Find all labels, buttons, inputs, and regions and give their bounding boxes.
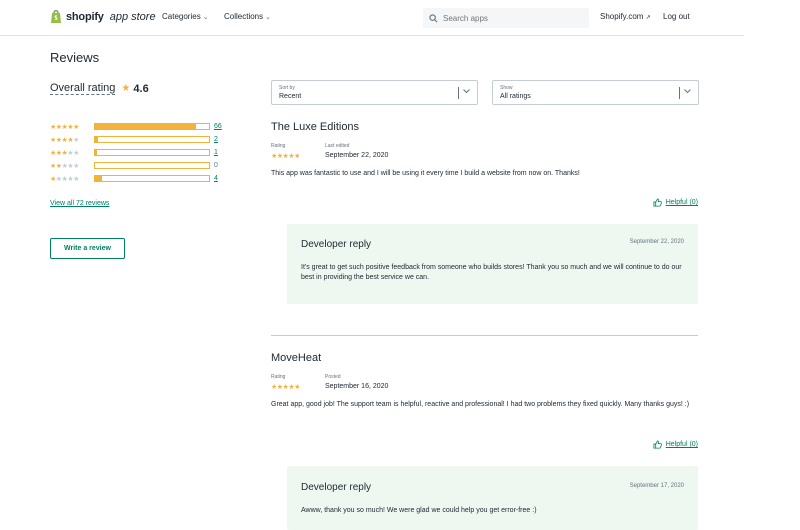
reply-title: Developer reply — [301, 482, 372, 493]
developer-reply: Developer reply September 17, 2020 Awww,… — [287, 466, 698, 530]
write-review-button[interactable]: Write a review — [50, 238, 125, 259]
search-input[interactable] — [443, 13, 583, 23]
rating-stars: ★★★★★ — [50, 149, 79, 157]
show-label: Show — [500, 85, 513, 91]
rating-count[interactable]: 66 — [214, 123, 224, 130]
reply-date: September 17, 2020 — [629, 483, 684, 489]
rating-stars: ★★★★★ — [50, 123, 79, 131]
review-meta: Rating ★★★★★ Last edited September 22, 2… — [271, 143, 698, 160]
review-stars: ★★★★★ — [271, 153, 300, 160]
developer-reply: Developer reply September 22, 2020 It's … — [287, 224, 698, 304]
chevron-down-icon — [684, 89, 691, 94]
search-icon — [429, 13, 438, 22]
date-label: Posted — [325, 374, 341, 380]
nav-categories-label: Categories — [162, 12, 201, 21]
search-bar[interactable] — [423, 8, 589, 28]
page-title: Reviews — [50, 50, 100, 65]
nav-categories[interactable]: Categories ⌄ — [162, 12, 209, 21]
rating-stars: ★★★★★ — [50, 136, 79, 144]
nav-collections-label: Collections — [224, 12, 264, 21]
rating-bar — [94, 136, 210, 143]
view-all-reviews-link[interactable]: View all 72 reviews — [50, 200, 109, 207]
review-divider — [271, 335, 698, 336]
thumbs-up-icon — [653, 440, 662, 449]
thumbs-up-icon — [653, 198, 662, 207]
rating-bar — [94, 162, 210, 169]
chevron-down-icon — [463, 89, 470, 94]
chevron-down-icon: ⌄ — [265, 14, 272, 21]
rating-bar-fill — [95, 150, 97, 155]
select-divider — [679, 87, 680, 99]
reply-date: September 22, 2020 — [629, 239, 684, 245]
sort-by-select[interactable]: Sort by Recent — [271, 80, 478, 105]
brand-name: shopify — [66, 10, 104, 23]
rating-bar — [94, 149, 210, 156]
rating-bar-fill — [95, 176, 102, 181]
rating-stars: ★★★★★ — [50, 162, 79, 170]
reply-title: Developer reply — [301, 239, 372, 250]
review-store-name: MoveHeat — [271, 352, 322, 364]
shopify-bag-icon — [51, 10, 61, 23]
rating-row-4: ★★★★★ 2 — [50, 133, 224, 146]
shopify-app-store-logo[interactable]: shopify app store — [50, 9, 156, 24]
rating-row-5: ★★★★★ 66 — [50, 120, 224, 133]
review-date: September 16, 2020 — [325, 383, 389, 390]
rating-count[interactable]: 2 — [214, 136, 224, 143]
rating-bar — [94, 123, 210, 130]
logout-link[interactable]: Log out — [663, 12, 690, 21]
rating-bar — [94, 175, 210, 182]
rating-row-3: ★★★★★ 1 — [50, 146, 224, 159]
helpful-button[interactable]: Helpful (0) — [653, 440, 698, 449]
rating-count: 0 — [214, 162, 218, 169]
sort-by-label: Sort by — [279, 85, 295, 91]
sort-by-value: Recent — [279, 93, 302, 100]
rating-distribution: ★★★★★ 66 ★★★★★ 2 ★★★★★ 1 ★★★★★ 0 ★★★★★ 4 — [50, 120, 224, 185]
overall-rating: Overall rating ★ 4.6 — [50, 82, 149, 95]
reply-text: Awww, thank you so much! We were glad we… — [301, 507, 537, 514]
rating-label: Rating — [271, 374, 286, 380]
nav-collections[interactable]: Collections ⌄ — [224, 12, 271, 21]
helpful-label: Helpful (0) — [665, 441, 698, 448]
star-icon: ★ — [121, 83, 131, 94]
rating-row-1: ★★★★★ 4 — [50, 172, 224, 185]
review-item: MoveHeat Rating ★★★★★ Posted September 1… — [271, 352, 698, 410]
shopify-com-link[interactable]: Shopify.com ↗ — [600, 12, 651, 21]
chevron-down-icon: ⌄ — [202, 14, 209, 21]
helpful-label: Helpful (0) — [665, 199, 698, 206]
show-value: All ratings — [500, 93, 531, 100]
overall-rating-label[interactable]: Overall rating — [50, 82, 116, 95]
review-text: Great app, good job! The support team is… — [271, 401, 690, 408]
review-store-name: The Luxe Editions — [271, 121, 360, 133]
date-label: Last edited — [325, 143, 350, 149]
overall-rating-value: 4.6 — [133, 82, 149, 95]
external-link-icon: ↗ — [645, 15, 651, 21]
rating-bar-fill — [95, 124, 197, 129]
review-stars: ★★★★★ — [271, 384, 300, 391]
reply-text: It's great to get such positive feedback… — [301, 264, 682, 281]
helpful-button[interactable]: Helpful (0) — [653, 198, 698, 207]
rating-count[interactable]: 4 — [214, 175, 224, 182]
shopify-com-label: Shopify.com — [600, 12, 644, 21]
rating-stars: ★★★★★ — [50, 175, 79, 183]
top-nav: shopify app store Categories ⌄ Collection… — [0, 0, 744, 36]
rating-label: Rating — [271, 143, 286, 149]
select-divider — [458, 87, 459, 99]
rating-count[interactable]: 1 — [214, 149, 224, 156]
brand-subtitle: app store — [109, 10, 156, 23]
show-ratings-select[interactable]: Show All ratings — [492, 80, 699, 105]
review-date: September 22, 2020 — [325, 152, 389, 159]
rating-bar-fill — [95, 137, 99, 142]
review-item: The Luxe Editions Rating ★★★★★ Last edit… — [271, 121, 698, 179]
review-text: This app was fantastic to use and I will… — [271, 170, 580, 177]
review-meta: Rating ★★★★★ Posted September 16, 2020 — [271, 374, 698, 391]
rating-row-2: ★★★★★ 0 — [50, 159, 224, 172]
